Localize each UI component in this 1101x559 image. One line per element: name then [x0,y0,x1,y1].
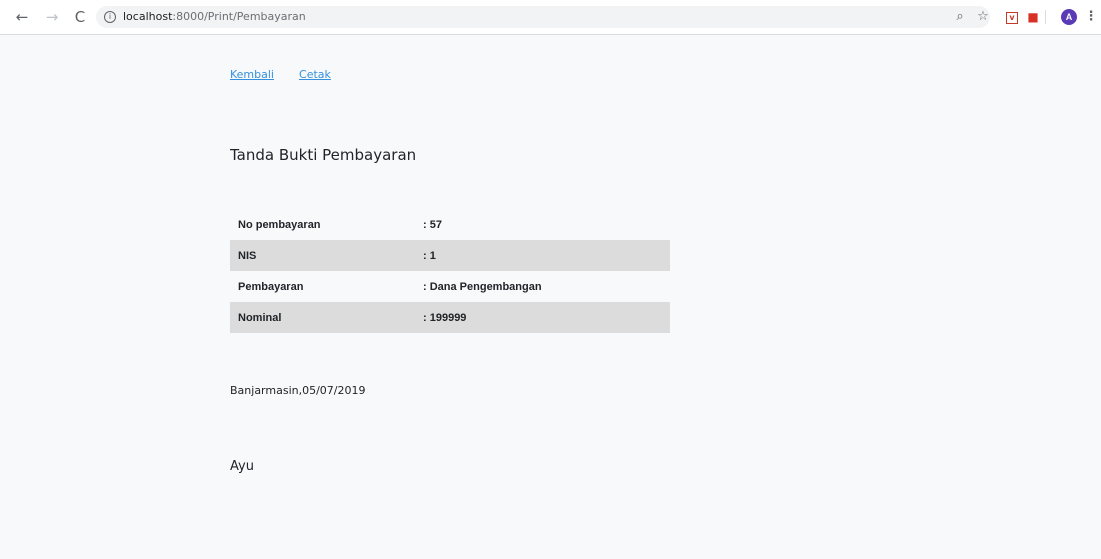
signer-name: Ayu [230,459,254,474]
row-label: NIS [230,240,415,271]
page-links: Kembali Cetak [230,68,353,81]
table-row: NIS : 1 [230,240,670,271]
place-date: Banjarmasin,05/07/2019 [230,384,366,397]
address-bar[interactable]: i localhost:8000/Print/Pembayaran [96,6,990,28]
page-title: Tanda Bukti Pembayaran [230,146,417,164]
browser-toolbar: ← → C i localhost:8000/Print/Pembayaran … [0,0,1101,35]
receipt-table: No pembayaran : 57 NIS : 1 Pembayaran : … [230,209,670,333]
row-value: : 57 [423,218,442,231]
row-value: : Dana Pengembangan [423,280,542,293]
table-row: No pembayaran : 57 [230,209,670,240]
url-path: :8000/Print/Pembayaran [172,10,306,23]
toolbar-divider [1045,10,1046,24]
arrow-right-icon[interactable]: → [42,7,62,27]
row-label: Pembayaran [238,280,304,293]
arrow-left-icon[interactable]: ← [12,7,32,27]
info-icon[interactable]: i [104,11,116,23]
back-link[interactable]: Kembali [230,68,274,81]
table-row: Nominal : 199999 [230,302,670,333]
avatar[interactable]: A [1061,9,1077,25]
extension-icon[interactable]: ■ [1024,8,1042,26]
row-label: Nominal [230,302,415,333]
pocket-extension-icon[interactable]: v [1003,8,1021,26]
table-row: Pembayaran : Dana Pengembangan [230,271,670,302]
row-value: : 199999 [415,302,670,333]
url-text[interactable]: localhost:8000/Print/Pembayaran [123,10,306,24]
row-label: No pembayaran [238,218,321,231]
star-icon[interactable]: ☆ [974,8,992,26]
kebab-menu-icon[interactable]: ⋮ [1082,8,1100,26]
print-link[interactable]: Cetak [299,68,331,81]
url-host: localhost [123,10,173,23]
reload-icon[interactable]: C [70,7,90,27]
row-value: : 1 [415,240,670,271]
zoom-icon[interactable]: ⌕ [951,8,969,26]
